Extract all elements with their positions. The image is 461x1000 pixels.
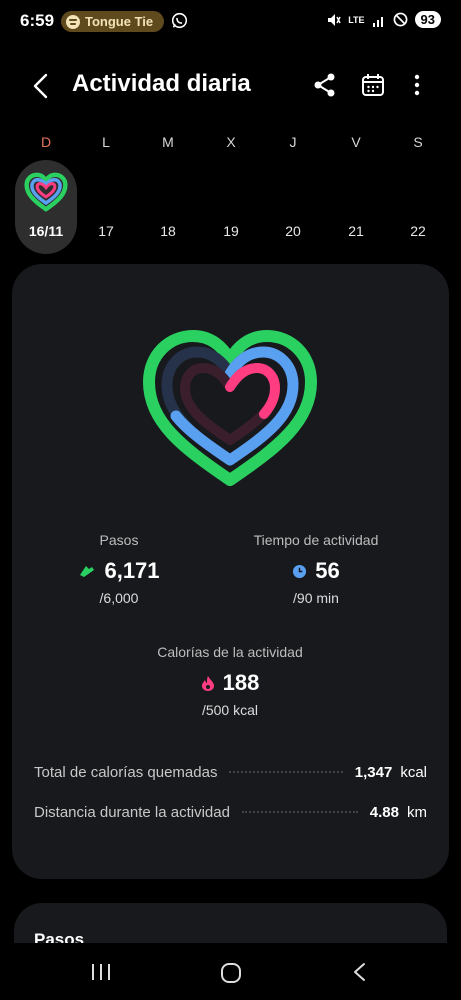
calories-stat[interactable]: Calorías de la actividad 188 /500 kcal <box>130 644 330 718</box>
day-number: 16/11 <box>28 223 64 239</box>
network-type: LTE <box>348 14 365 25</box>
nav-back-icon[interactable] <box>350 962 370 982</box>
day-saturday[interactable]: S 22 <box>390 130 446 255</box>
day-number: 18 <box>160 223 176 239</box>
day-number: 17 <box>98 223 114 239</box>
recents-icon[interactable] <box>90 963 112 981</box>
media-title: Tongue Tie <box>85 14 154 29</box>
active-time-stat[interactable]: Tiempo de actividad 56 /90 min <box>244 532 388 606</box>
week-selector: D 16/11 L 17 M 18 X 19 J 20 V 21 S 22 <box>12 130 449 255</box>
calories-value: 188 <box>222 670 260 695</box>
total-calories-unit: kcal <box>400 763 427 781</box>
share-icon[interactable] <box>312 72 338 98</box>
total-calories-label: Total de calorías quemadas <box>34 763 218 781</box>
day-letter: D <box>40 134 52 150</box>
active-time-goal: /90 min <box>293 590 339 606</box>
day-letter: L <box>102 134 110 150</box>
steps-card[interactable]: Pasos <box>14 903 447 943</box>
day-friday[interactable]: V 21 <box>328 130 384 255</box>
day-monday[interactable]: L 17 <box>78 130 134 255</box>
day-number: 21 <box>348 223 364 239</box>
calories-ring <box>225 363 280 419</box>
total-calories-row: Total de calorías quemadas 1,347 kcal <box>34 761 427 783</box>
clock-icon <box>293 564 307 578</box>
mini-activity-heart-icon <box>24 172 68 212</box>
day-number: 19 <box>223 223 239 239</box>
system-nav-bar <box>0 943 461 1000</box>
status-bar: 6:59 Tongue Tie LTE 93 <box>0 0 461 44</box>
calories-goal: /500 kcal <box>201 702 259 718</box>
home-icon[interactable] <box>220 962 242 984</box>
active-time-value: 56 <box>315 558 340 583</box>
mute-icon <box>328 13 341 26</box>
steps-value: 6,171 <box>104 558 160 583</box>
page-title: Actividad diaria <box>72 70 251 97</box>
app-header: Actividad diaria <box>0 60 461 112</box>
distance-label: Distancia durante la actividad <box>34 803 230 821</box>
distance-value: 4.88 <box>369 803 399 821</box>
day-sunday[interactable]: D 16/11 <box>15 130 77 255</box>
active-time-label: Tiempo de actividad <box>253 532 379 548</box>
calories-label: Calorías de la actividad <box>157 644 303 660</box>
whatsapp-icon <box>171 12 188 29</box>
do-not-disturb-icon <box>393 12 407 27</box>
day-number: 20 <box>285 223 301 239</box>
dotted-leader <box>241 811 358 813</box>
status-time: 6:59 <box>20 11 55 30</box>
calendar-icon[interactable] <box>360 72 386 98</box>
battery-level: 93 <box>414 11 441 28</box>
signal-icon <box>372 16 383 27</box>
media-pill[interactable]: Tongue Tie <box>61 11 164 32</box>
steps-stat[interactable]: Pasos 6,171 /6,000 <box>52 532 186 606</box>
steps-card-title: Pasos <box>34 930 85 943</box>
steps-goal: /6,000 <box>99 590 139 606</box>
day-letter: J <box>289 134 297 150</box>
daily-activity-card[interactable]: Pasos 6,171 /6,000 Tiempo de actividad 5… <box>12 264 449 879</box>
day-letter: X <box>226 134 236 150</box>
back-icon[interactable] <box>28 72 56 100</box>
dotted-leader <box>229 771 343 773</box>
day-letter: M <box>162 134 174 150</box>
more-icon[interactable] <box>405 72 429 98</box>
day-letter: S <box>413 134 423 150</box>
distance-unit: km <box>407 803 427 821</box>
spotify-icon <box>66 14 80 29</box>
flame-icon <box>201 676 214 691</box>
day-number: 22 <box>410 223 426 239</box>
shoe-icon <box>80 566 95 577</box>
status-icons: LTE 93 <box>327 11 441 28</box>
day-wednesday[interactable]: X 19 <box>203 130 259 255</box>
steps-label: Pasos <box>99 532 139 548</box>
total-calories-value: 1,347 <box>354 763 393 781</box>
day-letter: V <box>351 134 361 150</box>
distance-row: Distancia durante la actividad 4.88 km <box>34 801 427 823</box>
day-thursday[interactable]: J 20 <box>265 130 321 255</box>
activity-heart-rings <box>143 330 317 486</box>
day-tuesday[interactable]: M 18 <box>140 130 196 255</box>
